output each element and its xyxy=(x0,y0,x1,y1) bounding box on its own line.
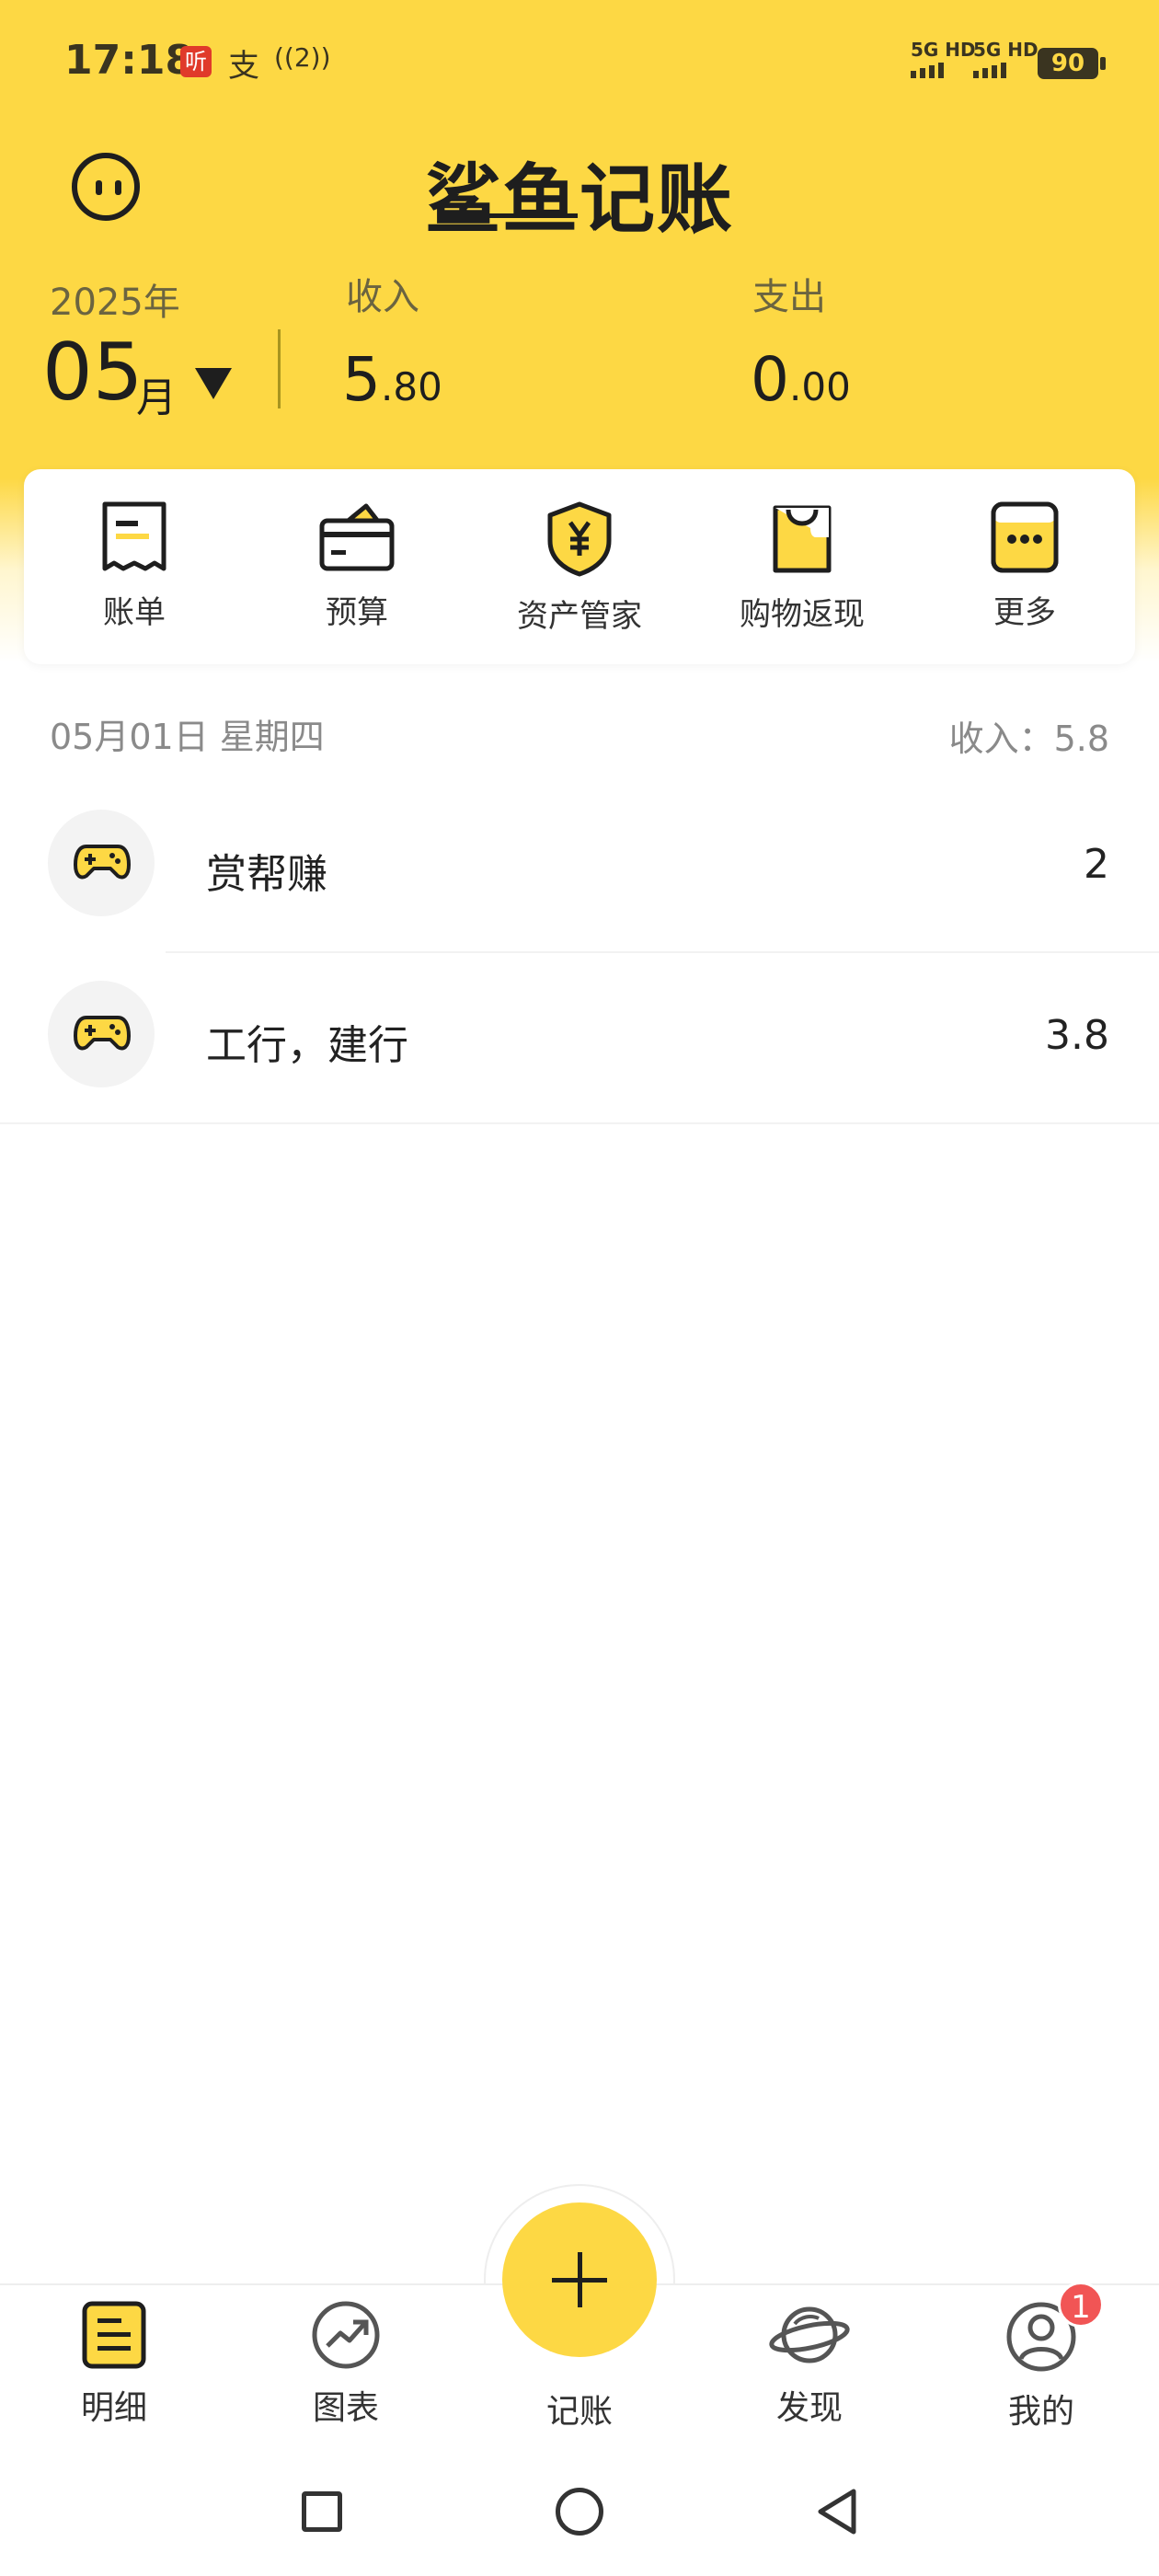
system-nav-bar xyxy=(0,2447,1159,2576)
gamepad-icon xyxy=(74,845,131,880)
day-income-summary: 收入：5.8 xyxy=(948,719,1109,759)
row-divider xyxy=(0,1122,1159,1124)
receipt-icon xyxy=(102,501,166,571)
feature-label: 购物返现 xyxy=(740,596,865,633)
gamepad-icon xyxy=(74,1016,131,1051)
feature-label: 资产管家 xyxy=(517,598,642,635)
feature-label: 账单 xyxy=(103,594,166,631)
add-record-button[interactable] xyxy=(502,2202,657,2357)
feature-label: 更多 xyxy=(993,594,1056,631)
month-value: 05 xyxy=(42,327,143,419)
signal-icon: 5G HD xyxy=(973,40,1039,78)
wallet-icon xyxy=(319,503,395,571)
feature-budget[interactable]: 预算 xyxy=(265,500,449,632)
shield-yen-icon xyxy=(547,501,612,577)
record-amount: 3.8 xyxy=(1045,1012,1109,1059)
home-icon[interactable] xyxy=(556,2488,603,2536)
record-amount: 2 xyxy=(1084,841,1109,888)
signal-icon: 5G HD xyxy=(911,40,976,78)
app-title: 鲨鱼记账 xyxy=(424,156,734,244)
recent-apps-icon[interactable] xyxy=(302,2491,342,2532)
feature-bill[interactable]: 账单 xyxy=(42,500,226,632)
battery-icon: 90 xyxy=(1038,48,1106,79)
status-bar: 17:18 听 支 ((2)) 5G HD 5G HD 90 xyxy=(0,0,1159,129)
day-date-label: 05月01日 星期四 xyxy=(50,717,325,757)
planet-icon xyxy=(769,2306,850,2363)
month-suffix: 月 xyxy=(136,374,177,421)
nav-chart[interactable]: 图表 xyxy=(272,2300,419,2429)
year-label: 2025年 xyxy=(50,282,180,324)
hotspot-icon: ((2)) xyxy=(274,42,331,73)
nav-detail[interactable]: 明细 xyxy=(40,2300,188,2429)
nav-discover[interactable]: 发现 xyxy=(736,2300,883,2429)
list-item[interactable]: 赏帮赚 2 xyxy=(0,782,1159,953)
alipay-icon: 支 xyxy=(228,48,259,85)
feature-label: 预算 xyxy=(326,594,388,631)
expense-label: 支出 xyxy=(752,276,826,318)
ting-app-icon: 听 xyxy=(180,46,212,77)
app-title-underline xyxy=(442,213,578,218)
header-divider xyxy=(278,329,281,408)
feature-card: 账单 预算 资产管家 购物返现 更多 xyxy=(24,469,1135,664)
back-icon[interactable] xyxy=(813,2486,861,2537)
status-time: 17:18 xyxy=(64,37,194,84)
notification-badge: 1 xyxy=(1058,2282,1104,2328)
nav-label: 明细 xyxy=(80,2389,147,2427)
triangle-down-icon xyxy=(195,368,232,399)
nav-label: 发现 xyxy=(775,2389,843,2427)
shopping-bag-icon xyxy=(773,505,832,573)
more-icon xyxy=(991,501,1059,573)
chart-icon xyxy=(312,2301,380,2369)
record-name: 赏帮赚 xyxy=(206,851,327,898)
income-label: 收入 xyxy=(346,276,419,318)
list-icon xyxy=(82,2301,146,2369)
feature-more[interactable]: 更多 xyxy=(933,500,1117,632)
record-name: 工行，建行 xyxy=(206,1022,408,1069)
list-item[interactable]: 工行，建行 3.8 xyxy=(0,953,1159,1124)
expense-value: 0.00 xyxy=(751,344,851,415)
feature-cashback[interactable]: 购物返现 xyxy=(710,500,894,634)
nav-label: 记账 xyxy=(545,2393,613,2431)
feature-asset-manager[interactable]: 资产管家 xyxy=(488,500,671,636)
nav-label: 图表 xyxy=(312,2389,379,2427)
income-value: 5.80 xyxy=(342,344,442,415)
nav-label: 我的 xyxy=(1007,2393,1074,2431)
record-category-icon xyxy=(48,810,155,916)
record-category-icon xyxy=(48,981,155,1087)
